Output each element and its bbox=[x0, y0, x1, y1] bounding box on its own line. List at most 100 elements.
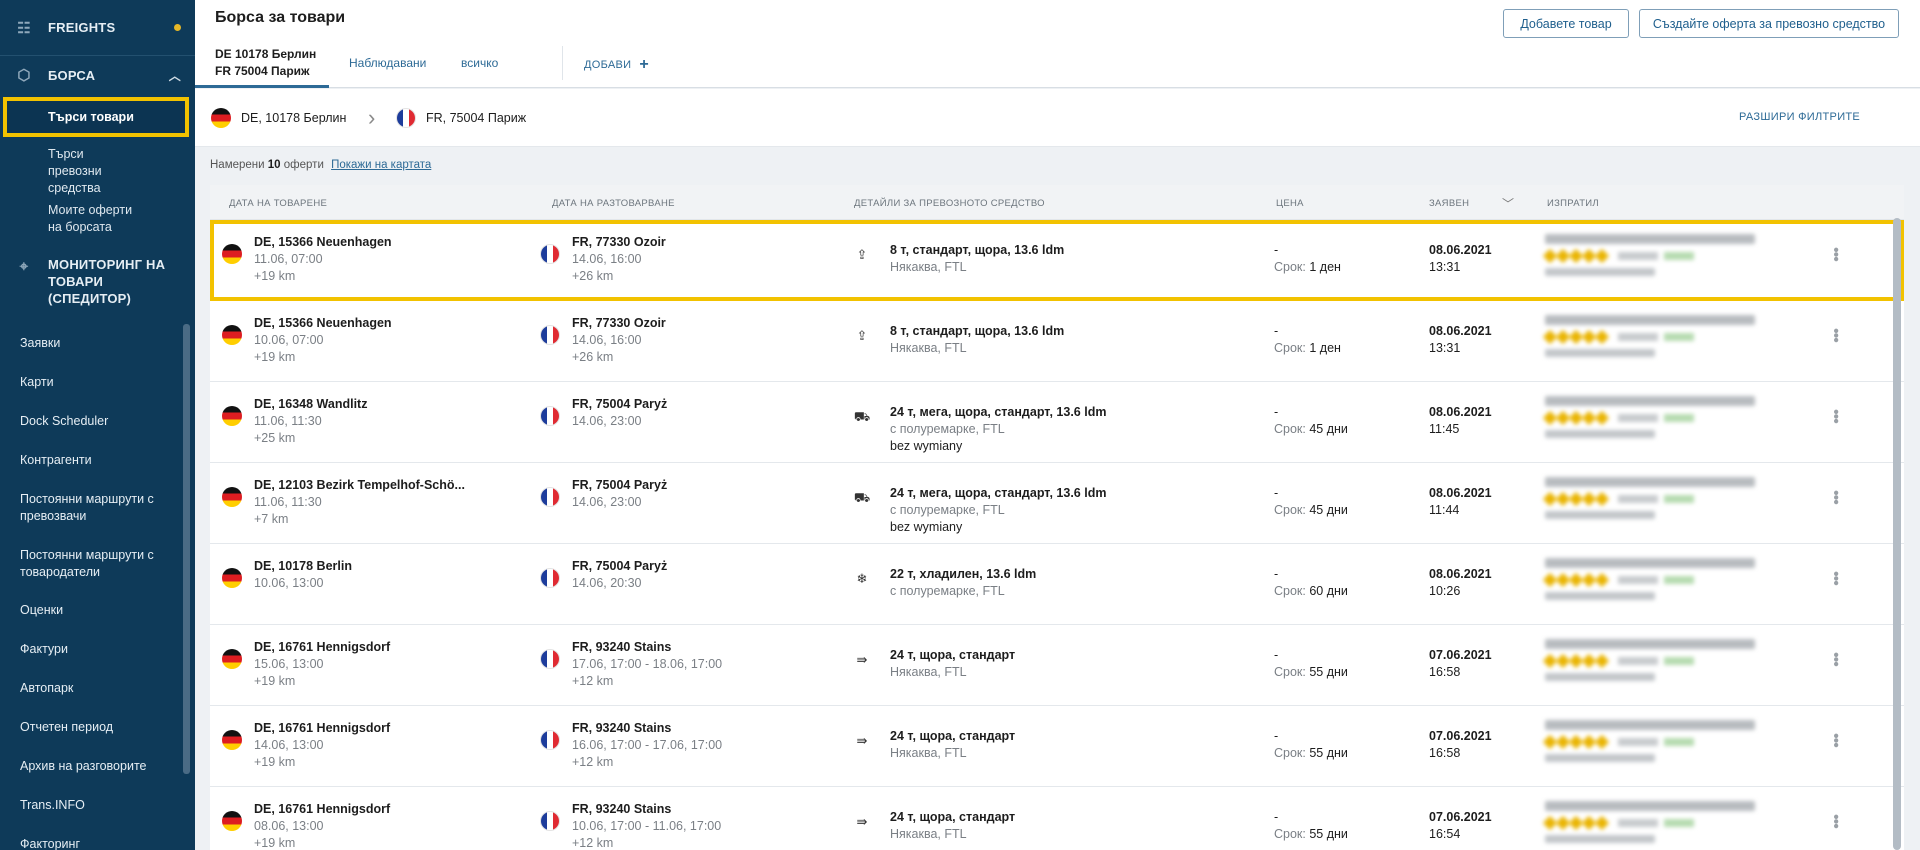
sidebar-item-factoring[interactable]: Факторинг bbox=[20, 836, 80, 850]
term-label: Срок: bbox=[1274, 422, 1306, 436]
sort-chevron-icon[interactable]: ﹀ bbox=[1502, 195, 1514, 212]
filter-bar: DE, 10178 Берлин › FR, 75004 Париж РАЗШИ… bbox=[195, 89, 1920, 147]
posted-date: 08.06.2021 bbox=[1429, 243, 1492, 257]
sender-cell-blurred[interactable] bbox=[1542, 720, 1775, 776]
sidebar-item-orders[interactable]: Заявки bbox=[20, 335, 60, 352]
flag-de-icon bbox=[222, 811, 242, 831]
unload-cell: FR, 77330 Ozoir 14.06, 16:00 +26 km bbox=[540, 315, 666, 366]
sidebar-item-contractors[interactable]: Контрагенти bbox=[20, 452, 92, 469]
unload-date: 14.06, 20:30 bbox=[572, 576, 642, 590]
posted-time: 11:44 bbox=[1429, 503, 1460, 517]
col-price[interactable]: ЦЕНА bbox=[1276, 198, 1304, 209]
upload-box-icon: ⇪ bbox=[856, 328, 868, 343]
load-place: DE, 15366 Neuenhagen bbox=[254, 316, 392, 330]
more-options-icon[interactable]: ••• bbox=[1827, 490, 1844, 504]
sidebar-item-transinfo[interactable]: Trans.INFO bbox=[20, 797, 85, 814]
more-options-icon[interactable]: ••• bbox=[1827, 814, 1844, 828]
sidebar-section-borsa[interactable]: ⬡ БОРСА ︿ bbox=[0, 56, 195, 94]
more-options-icon[interactable]: ••• bbox=[1827, 571, 1844, 585]
col-vehicle-details[interactable]: ДЕТАЙЛИ ЗА ПРЕВОЗНОТО СРЕДСТВО bbox=[854, 198, 1045, 209]
vehicle-subtitle: с полуремарке, FTL bbox=[890, 422, 1005, 436]
load-radius: +19 km bbox=[254, 674, 296, 688]
sidebar-item-search-vehicles[interactable]: Търси превозни средства bbox=[0, 146, 150, 197]
sender-cell-blurred[interactable] bbox=[1542, 396, 1775, 452]
unload-radius: +26 km bbox=[572, 269, 614, 283]
col-posted[interactable]: ЗАЯВЕН bbox=[1429, 198, 1469, 209]
tab-watched[interactable]: Наблюдавани bbox=[349, 56, 426, 70]
chevron-up-icon: ︿ bbox=[168, 68, 181, 83]
sender-cell-blurred[interactable] bbox=[1542, 801, 1775, 850]
load-cell: DE, 16348 Wandlitz 11.06, 11:30 +25 km bbox=[222, 396, 367, 447]
sidebar-section-freights[interactable]: ☷ FREIGHTS bbox=[0, 0, 195, 56]
col-unload-date[interactable]: ДАТА НА РАЗТОВАРВАНЕ bbox=[552, 198, 675, 209]
more-options-icon[interactable]: ••• bbox=[1827, 652, 1844, 666]
vehicle-subtitle: Някаква, FTL bbox=[890, 260, 967, 274]
tab-add-filter[interactable]: ДОБАВИ + bbox=[584, 56, 649, 74]
table-row[interactable]: DE, 15366 Neuenhagen 11.06, 07:00 +19 km… bbox=[210, 220, 1904, 301]
load-radius: +19 km bbox=[254, 836, 296, 850]
table-row[interactable]: DE, 10178 Berlin 10.06, 13:00 FR, 75004 … bbox=[210, 544, 1904, 625]
term-label: Срок: bbox=[1274, 665, 1306, 679]
more-options-icon[interactable]: ••• bbox=[1827, 247, 1844, 261]
expand-filters-button[interactable]: РАЗШИРИ ФИЛТРИТЕ bbox=[1739, 111, 1860, 123]
table-row[interactable]: DE, 12103 Bezirk Tempelhof-Schö... 11.06… bbox=[210, 463, 1904, 544]
table-row[interactable]: DE, 16761 Hennigsdorf 15.06, 13:00 +19 k… bbox=[210, 625, 1904, 706]
load-radius: +25 km bbox=[254, 431, 296, 445]
table-row[interactable]: DE, 15366 Neuenhagen 10.06, 07:00 +19 km… bbox=[210, 301, 1904, 382]
sidebar-item-fleet[interactable]: Автопарк bbox=[20, 680, 73, 697]
table-scrollbar[interactable] bbox=[1893, 218, 1901, 850]
create-vehicle-offer-button[interactable]: Създайте оферта за превозно средство bbox=[1639, 9, 1899, 38]
load-cell: DE, 16761 Hennigsdorf 14.06, 13:00 +19 k… bbox=[222, 720, 390, 771]
sender-cell-blurred[interactable] bbox=[1542, 315, 1775, 371]
more-options-icon[interactable]: ••• bbox=[1827, 328, 1844, 342]
table-row[interactable]: DE, 16348 Wandlitz 11.06, 11:30 +25 km F… bbox=[210, 382, 1904, 463]
sidebar-item-search-freights[interactable]: Търси товари bbox=[3, 97, 189, 137]
load-date: 08.06, 13:00 bbox=[254, 819, 324, 833]
sender-name-redacted bbox=[1545, 639, 1755, 649]
sidebar-item-chat-archive[interactable]: Архив на разговорите bbox=[20, 758, 146, 775]
table-row[interactable]: DE, 16761 Hennigsdorf 14.06, 13:00 +19 k… bbox=[210, 706, 1904, 787]
filter-destination[interactable]: FR, 75004 Париж bbox=[396, 108, 526, 128]
sender-cell-blurred[interactable] bbox=[1542, 234, 1775, 290]
sidebar-item-ratings[interactable]: Оценки bbox=[20, 602, 63, 619]
sidebar-item-routes-carriers[interactable]: Постоянни маршрути с превозвачи bbox=[20, 491, 170, 525]
sidebar-item-dock-scheduler[interactable]: Dock Scheduler bbox=[20, 413, 108, 430]
sidebar-item-routes-shippers[interactable]: Постоянни маршрути с товародатели bbox=[20, 547, 170, 581]
col-load-date[interactable]: ДАТА НА ТОВАРЕНЕ bbox=[229, 198, 327, 209]
vehicle-cell: ❄ 22 т, хладилен, 13.6 ldm с полуремарке… bbox=[852, 566, 1037, 600]
sidebar-item-my-offers[interactable]: Моите оферти на борсата bbox=[0, 202, 160, 236]
vehicle-title: 22 т, хладилен, 13.6 ldm bbox=[890, 567, 1037, 581]
sender-cell-blurred[interactable] bbox=[1542, 558, 1775, 614]
price-cell: - Срок: 55 дни bbox=[1274, 647, 1348, 681]
col-sender[interactable]: ИЗПРАТИЛ bbox=[1547, 198, 1599, 209]
sidebar-item-maps[interactable]: Карти bbox=[20, 374, 54, 391]
sidebar-scrollbar[interactable] bbox=[183, 324, 190, 774]
more-options-icon[interactable]: ••• bbox=[1827, 409, 1844, 423]
table-header: ДАТА НА ТОВАРЕНЕ ДАТА НА РАЗТОВАРВАНЕ ДЕ… bbox=[210, 185, 1904, 220]
page-header: Борса за товари Добавете товар Създайте … bbox=[195, 0, 1920, 88]
load-place: DE, 16761 Hennigsdorf bbox=[254, 640, 391, 654]
price-value: - bbox=[1274, 810, 1279, 824]
sender-cell-blurred[interactable] bbox=[1542, 477, 1775, 533]
posted-cell: 08.06.2021 10:26 bbox=[1429, 566, 1492, 600]
term-value: 1 ден bbox=[1309, 341, 1341, 355]
more-options-icon[interactable]: ••• bbox=[1827, 733, 1844, 747]
tab-all[interactable]: всичко bbox=[461, 56, 498, 70]
sender-name-redacted bbox=[1545, 234, 1755, 244]
add-freight-button[interactable]: Добавете товар bbox=[1503, 9, 1629, 38]
show-on-map-link[interactable]: Покажи на картата bbox=[331, 159, 431, 171]
flag-fr-icon bbox=[540, 568, 560, 588]
vehicle-subtitle: с полуремарке, FTL bbox=[890, 584, 1005, 598]
table-row[interactable]: DE, 16761 Hennigsdorf 08.06, 13:00 +19 k… bbox=[210, 787, 1904, 850]
posted-time: 11:45 bbox=[1429, 422, 1460, 436]
sender-cell-blurred[interactable] bbox=[1542, 639, 1775, 695]
unload-date: 10.06, 17:00 - 11.06, 17:00 bbox=[572, 819, 722, 833]
sidebar-item-invoices[interactable]: Фактури bbox=[20, 641, 68, 658]
filter-origin[interactable]: DE, 10178 Берлин bbox=[211, 108, 346, 128]
sidebar-item-period[interactable]: Отчетен период bbox=[20, 719, 113, 736]
term-label: Срок: bbox=[1274, 584, 1306, 598]
sidebar-section-monitoring[interactable]: ⌖ МОНИТОРИНГ НА ТОВАРИ (СПЕДИТОР) bbox=[0, 256, 195, 306]
tab-route-filter[interactable]: DE 10178 Берлин FR 75004 Париж bbox=[195, 44, 329, 88]
price-cell: - Срок: 45 дни bbox=[1274, 404, 1348, 438]
unload-date: 14.06, 23:00 bbox=[572, 495, 642, 509]
